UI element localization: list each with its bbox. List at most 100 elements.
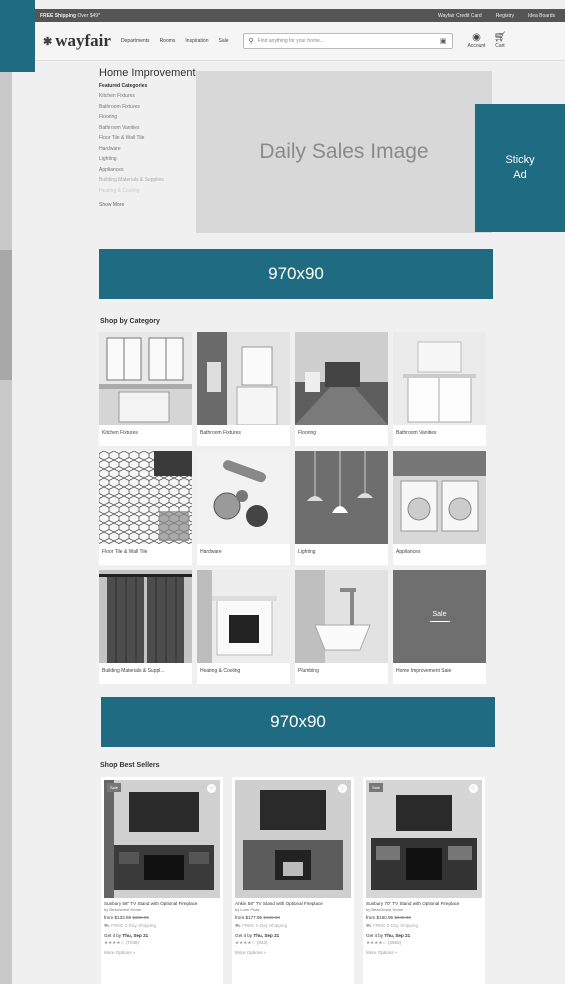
category-label: Floor Tile & Wall Tile xyxy=(102,549,148,555)
category-label: Home Improvement Sale xyxy=(396,668,452,674)
shipping-info: ⛟ FREE 2-Day Shipping xyxy=(104,923,156,928)
search-icon: ⚲ xyxy=(248,38,254,45)
category-label: Bathroom Vanities xyxy=(396,430,437,436)
shipping-info: ⛟ FREE 2-Day Shipping xyxy=(366,923,418,928)
camera-icon[interactable]: ▣ xyxy=(440,37,447,45)
favorite-heart-icon[interactable]: ♡ xyxy=(338,784,347,793)
sale-badge: Sale xyxy=(107,783,122,792)
free-shipping-text[interactable]: FREE Shipping Over $49* xyxy=(40,13,100,19)
sticky-ad-label: Sticky Ad xyxy=(505,154,535,181)
ad-banner-label: 970x90 xyxy=(270,712,326,731)
delivery-date: Get it by Thu, Sep 21 xyxy=(104,933,149,938)
category-card[interactable]: Building Materials & Suppl... xyxy=(99,570,192,684)
more-options-link[interactable]: More Options » xyxy=(232,946,354,955)
category-label: Bathroom Fixtures xyxy=(200,430,241,436)
product-image: Sale ♡ xyxy=(366,780,482,898)
nav-rooms[interactable]: Rooms xyxy=(160,38,176,44)
product-title[interactable]: Sunbury 58" TV Stand with Optional Firep… xyxy=(101,898,223,907)
bathroom-vanities-image xyxy=(393,332,486,425)
lighting-image xyxy=(295,451,388,544)
hardware-image xyxy=(197,451,290,544)
bathroom-fixtures-image xyxy=(197,332,290,425)
delivery-date: Get it by Thu, Sep 21 xyxy=(366,933,411,938)
delivery-date: Get it by Thu, Sep 21 xyxy=(235,933,280,938)
category-card[interactable]: Floor Tile & Wall Tile xyxy=(99,451,192,565)
product-card[interactable]: Sale ♡ Sunbury 58" TV Stand with Optiona… xyxy=(101,777,223,984)
cart-icon: 🛒︎ xyxy=(493,32,507,43)
kitchen-fixtures-image xyxy=(99,332,192,425)
category-grid: Kitchen Fixtures Bathroom Fixtures Floor… xyxy=(99,332,491,684)
page: FREE Shipping Over $49* Wayfair Credit C… xyxy=(0,0,565,984)
cart-label: Cart xyxy=(495,43,505,49)
product-price: from $133.99 $369.00 xyxy=(104,915,149,920)
sale-underline xyxy=(429,621,450,622)
shipping-info: ⛟ FREE 2-Day Shipping xyxy=(235,923,287,928)
category-card[interactable]: Hardware xyxy=(197,451,290,565)
plumbing-image xyxy=(295,570,388,663)
category-label: Lighting xyxy=(298,549,316,555)
product-card[interactable]: ♡ Ankin 58" TV Stand with Optional Firep… xyxy=(232,777,354,984)
category-card[interactable]: Appliances xyxy=(393,451,486,565)
product-image: Sale ♡ xyxy=(104,780,220,898)
favorite-heart-icon[interactable]: ♡ xyxy=(207,784,216,793)
ad-banner-top[interactable]: 970x90 xyxy=(99,249,493,299)
more-options-link[interactable]: More Options » xyxy=(363,946,485,955)
category-card[interactable]: Sale Home Improvement Sale xyxy=(393,570,486,684)
category-card[interactable]: Bathroom Fixtures xyxy=(197,332,290,446)
category-card[interactable]: Lighting xyxy=(295,451,388,565)
promo-bar: FREE Shipping Over $49* Wayfair Credit C… xyxy=(35,9,565,22)
ad-banner-bottom[interactable]: 970x90 xyxy=(101,697,495,747)
site-header: ✱ wayfair Departments Rooms Inspiration … xyxy=(35,22,565,61)
category-card[interactable]: Bathroom Vanities xyxy=(393,332,486,446)
nav-inspiration[interactable]: Inspiration xyxy=(185,38,208,44)
account-button[interactable]: ◉ Account xyxy=(467,32,486,50)
category-label: Hardware xyxy=(200,549,222,555)
sale-tile: Sale xyxy=(393,570,486,663)
idea-boards-link[interactable]: Idea Boards xyxy=(528,13,555,19)
search-placeholder: Find anything for your home... xyxy=(257,38,325,44)
category-label: Appliances xyxy=(396,549,421,555)
shop-by-category-title: Shop by Category xyxy=(100,318,160,325)
heating-cooling-image xyxy=(197,570,290,663)
credit-card-link[interactable]: Wayfair Credit Card xyxy=(438,13,482,19)
category-label: Building Materials & Suppl... xyxy=(102,668,165,674)
category-card[interactable]: Heating & Cooling xyxy=(197,570,290,684)
ad-banner-label: 970x90 xyxy=(268,264,324,283)
search-input[interactable]: ⚲ Find anything for your home... ▣ xyxy=(242,33,453,49)
nav-departments[interactable]: Departments xyxy=(121,38,150,44)
sale-badge: Sale xyxy=(369,783,384,792)
product-image: ♡ xyxy=(235,780,351,898)
left-edge-strip xyxy=(0,72,12,984)
category-card[interactable]: Plumbing xyxy=(295,570,388,684)
logo-text: wayfair xyxy=(55,31,111,50)
more-options-link[interactable]: More Options » xyxy=(101,946,223,955)
product-price: from $160.95 $349.00 xyxy=(366,915,411,920)
registry-link[interactable]: Registry xyxy=(496,13,514,19)
category-card[interactable]: Flooring xyxy=(295,332,388,446)
nav-sale[interactable]: Sale xyxy=(218,38,228,44)
daily-sales-label: Daily Sales Image xyxy=(259,140,429,163)
account-icon: ◉ xyxy=(472,32,481,43)
left-edge-image xyxy=(0,250,12,380)
product-title[interactable]: Ankin 58" TV Stand with Optional Firepla… xyxy=(232,898,354,907)
daily-sales-image[interactable]: Daily Sales Image xyxy=(196,71,492,233)
category-card[interactable]: Kitchen Fixtures xyxy=(99,332,192,446)
account-label: Account xyxy=(467,43,486,49)
best-sellers-row: Sale ♡ Sunbury 58" TV Stand with Optiona… xyxy=(101,777,485,984)
wayfair-logo[interactable]: ✱ wayfair xyxy=(43,31,111,51)
product-title[interactable]: Sunbury 70" TV Stand with Optional Firep… xyxy=(363,898,485,907)
product-card[interactable]: Sale ♡ Sunbury 70" TV Stand with Optiona… xyxy=(363,777,485,984)
main-nav: Departments Rooms Inspiration Sale xyxy=(121,38,229,44)
cart-button[interactable]: 🛒︎ Cart xyxy=(493,32,507,50)
rating-stars: ★★★★☆ (843) xyxy=(235,940,268,945)
sticky-ad[interactable]: Sticky Ad xyxy=(475,104,565,232)
floor-tile-image xyxy=(99,451,192,544)
logo-mark-icon: ✱ xyxy=(43,35,53,48)
building-materials-image xyxy=(99,570,192,663)
favorite-heart-icon[interactable]: ♡ xyxy=(469,784,478,793)
appliances-image xyxy=(393,451,486,544)
category-label: Kitchen Fixtures xyxy=(102,430,138,436)
sale-tile-label: Sale xyxy=(432,611,447,618)
shop-best-sellers-title: Shop Best Sellers xyxy=(100,762,160,769)
category-label: Flooring xyxy=(298,430,317,436)
